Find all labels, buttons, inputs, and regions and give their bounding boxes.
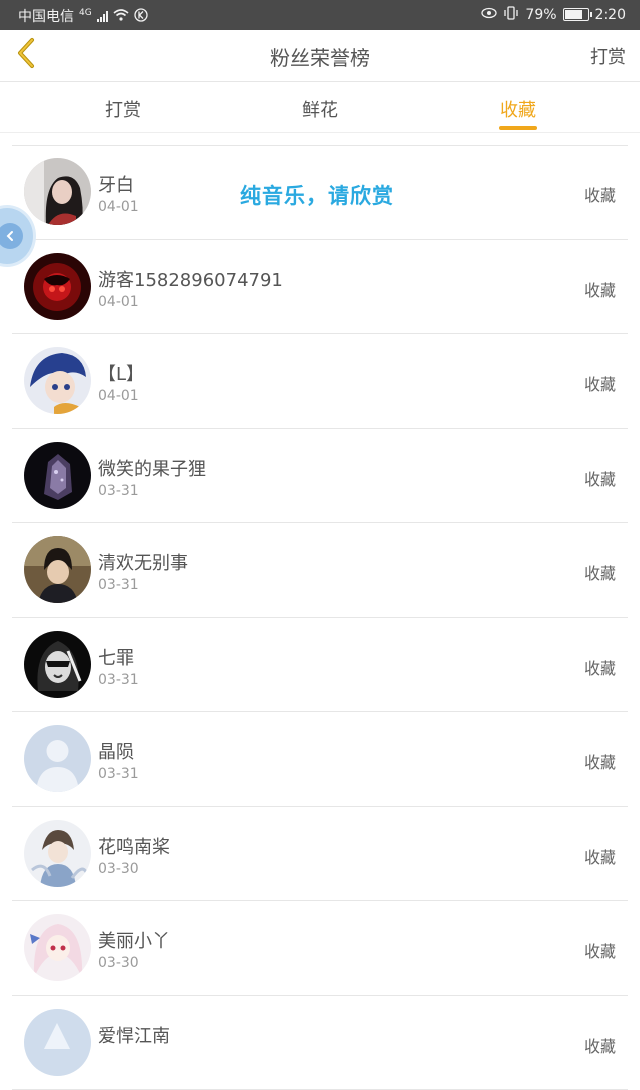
avatar	[24, 347, 91, 414]
fan-list: 牙白 04-01 收藏 游客1582896074791 04-01 收藏 【L】…	[0, 145, 640, 1090]
active-tab-indicator	[499, 126, 537, 130]
fan-action-label: 收藏	[584, 1033, 616, 1057]
fan-date: 03-31	[98, 483, 139, 499]
battery-percent: 79%	[525, 7, 556, 23]
avatar	[24, 536, 91, 603]
avatar	[24, 631, 91, 698]
avatar	[24, 914, 91, 981]
header-bar: 粉丝荣誉榜 打赏	[0, 30, 640, 82]
list-item[interactable]: 晶陨 03-31 收藏	[12, 712, 628, 807]
tab-tips[interactable]: 打赏	[63, 96, 183, 122]
list-item[interactable]: 清欢无别事 03-31 收藏	[12, 523, 628, 618]
tip-button[interactable]: 打赏	[590, 43, 626, 69]
network-type-label: 4G	[79, 6, 92, 20]
fan-action-label: 收藏	[584, 749, 616, 773]
fan-name: 花鸣南桨	[98, 833, 170, 859]
fan-name: 【L】	[98, 360, 144, 386]
fan-action-label: 收藏	[584, 277, 616, 301]
list-item[interactable]: 花鸣南桨 03-30 收藏	[12, 807, 628, 902]
list-item[interactable]: 七罪 03-31 收藏	[12, 618, 628, 713]
avatar	[24, 820, 91, 887]
avatar	[24, 253, 91, 320]
list-item[interactable]: 游客1582896074791 04-01 收藏	[12, 240, 628, 335]
page-title: 粉丝荣誉榜	[0, 42, 640, 71]
eye-icon	[481, 7, 497, 22]
fan-action-label: 收藏	[584, 371, 616, 395]
battery-icon	[563, 8, 589, 21]
avatar	[24, 158, 91, 225]
vibrate-icon	[503, 6, 519, 23]
collapse-icon	[0, 223, 23, 249]
fan-name: 美丽小丫	[98, 927, 170, 953]
fan-action-label: 收藏	[584, 182, 616, 206]
list-item[interactable]: 微笑的果子狸 03-31 收藏	[12, 429, 628, 524]
k-badge-icon	[134, 8, 148, 25]
fan-date: 04-01	[98, 199, 139, 215]
list-item[interactable]: 【L】 04-01 收藏	[12, 334, 628, 429]
avatar	[24, 725, 91, 792]
carrier-label: 中国电信	[18, 6, 74, 26]
fan-date: 03-31	[98, 766, 139, 782]
music-overlay-text: 纯音乐，请欣赏	[240, 180, 394, 210]
fan-name: 爱悍江南	[98, 1022, 170, 1048]
avatar	[24, 1009, 91, 1076]
clock: 2:20	[595, 7, 626, 23]
tab-favorites[interactable]: 收藏	[458, 96, 578, 122]
fan-date: 04-01	[98, 388, 139, 404]
tab-flowers[interactable]: 鲜花	[260, 96, 380, 122]
fan-name: 游客1582896074791	[98, 266, 283, 292]
fan-action-label: 收藏	[584, 938, 616, 962]
list-item[interactable]: 爱悍江南 收藏	[12, 996, 628, 1090]
fan-name: 微笑的果子狸	[98, 455, 206, 481]
fan-action-label: 收藏	[584, 844, 616, 868]
fan-date: 03-31	[98, 672, 139, 688]
fan-name: 七罪	[98, 644, 134, 670]
fan-date: 04-01	[98, 294, 139, 310]
list-item[interactable]: 美丽小丫 03-30 收藏	[12, 901, 628, 996]
status-bar: 中国电信 4G 79% 2:20	[0, 0, 640, 30]
fan-name: 牙白	[98, 171, 134, 197]
fan-date: 03-31	[98, 577, 139, 593]
fan-action-label: 收藏	[584, 466, 616, 490]
tab-bar: 打赏 鲜花 收藏	[0, 82, 640, 133]
fan-action-label: 收藏	[584, 655, 616, 679]
fan-date: 03-30	[98, 861, 139, 877]
signal-icon	[97, 10, 108, 22]
fan-name: 晶陨	[98, 738, 134, 764]
avatar	[24, 442, 91, 509]
fan-date: 03-30	[98, 955, 139, 971]
fan-name: 清欢无别事	[98, 549, 188, 575]
wifi-icon	[113, 9, 129, 24]
fan-action-label: 收藏	[584, 560, 616, 584]
